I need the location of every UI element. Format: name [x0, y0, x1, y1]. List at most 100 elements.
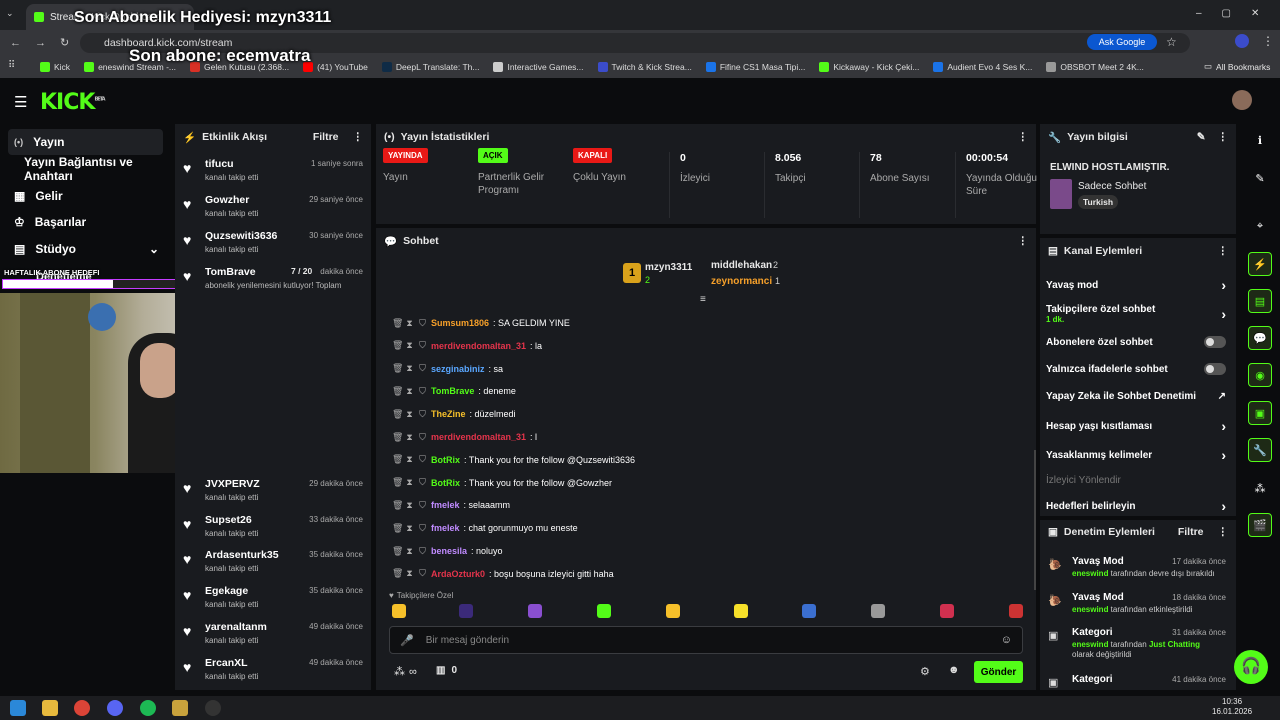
more-icon[interactable]: ⋮ [1218, 131, 1229, 143]
chat-input[interactable]: 🎤 Bir mesaj gönderin ☺ [389, 626, 1023, 654]
lightning-icon[interactable]: ⚡ [1248, 252, 1272, 276]
emote-icon[interactable] [871, 604, 885, 618]
trash-icon[interactable]: 🗑 [392, 569, 403, 578]
system-clock[interactable]: 10:36 16.01.2026 [1212, 697, 1252, 717]
window-controls[interactable]: –▢✕ [1196, 8, 1279, 19]
event-username[interactable]: TomBrave [205, 266, 256, 278]
bookmark-item[interactable]: Interactive Games... [493, 62, 584, 72]
all-bookmarks[interactable]: ▭ All Bookmarks [1204, 61, 1270, 72]
emote-icon[interactable] [392, 604, 406, 618]
trash-icon[interactable]: 🗑 [392, 500, 403, 510]
app-icon[interactable] [172, 700, 188, 716]
sidebar-item-yayin[interactable]: (•) Yayın [8, 129, 163, 155]
moderation-filter-button[interactable]: Filtre [1178, 526, 1204, 538]
emote-icon[interactable] [459, 604, 473, 618]
tab-list-chevron-icon[interactable]: ⌄ [6, 8, 20, 22]
sidebar-item-studyo[interactable]: ▤ Stüdyo ⌄ [8, 236, 163, 262]
trash-icon[interactable]: 🗑 [392, 432, 403, 442]
ask-google-button[interactable]: Ask Google [1087, 34, 1157, 50]
more-icon[interactable]: ⋮ [1018, 235, 1029, 247]
edit-pencil-icon[interactable]: ✎ [1197, 131, 1206, 143]
headset-support-icon[interactable]: 🎧 [1234, 650, 1268, 684]
menu-icon[interactable]: ⋮ [1262, 34, 1274, 48]
timeout-icon[interactable]: ⧗ [405, 569, 414, 578]
nav-buttons[interactable]: ←→↻ [10, 36, 83, 49]
obs-icon[interactable] [205, 700, 221, 716]
discord-icon[interactable] [107, 700, 123, 716]
emote-icon[interactable] [528, 604, 542, 618]
timeout-icon[interactable]: ⧗ [405, 341, 414, 350]
timeout-icon[interactable]: ⧗ [405, 386, 414, 396]
event-username[interactable]: yarenaltanm [205, 621, 267, 633]
star-icon[interactable]: ☆ [1166, 35, 1177, 49]
channel-action-item[interactable]: Yalnızca ifadelerle sohbet [1046, 358, 1226, 380]
chat-username[interactable]: sezginabiniz [431, 364, 485, 374]
toggle-switch[interactable] [1204, 363, 1226, 375]
profile-avatar[interactable] [1235, 34, 1249, 48]
sidebar-item-stream-key[interactable]: Yayın Bağlantısı ve Anahtarı [18, 155, 168, 183]
more-icon[interactable]: ⋮ [1218, 245, 1229, 257]
stream-category[interactable]: Sadece Sohbet [1078, 181, 1146, 192]
wrench-icon[interactable]: 🔧 [1248, 438, 1272, 462]
apps-grid-icon[interactable]: ⠿ [8, 60, 15, 71]
toggle-switch[interactable] [1204, 336, 1226, 348]
trash-icon[interactable]: 🗑 [392, 478, 403, 487]
channel-action-item[interactable]: Yapay Zeka ile Sohbet Denetimi ↗ [1046, 385, 1226, 407]
chat-username[interactable]: fmelek [431, 500, 460, 510]
send-button[interactable]: Gönder [974, 661, 1023, 683]
bookmark-item[interactable]: Kickaway - Kick Çeki... [819, 62, 919, 72]
timeout-icon[interactable]: ⧗ [405, 523, 414, 533]
chat-username[interactable]: BotRix [431, 455, 460, 465]
timeout-icon[interactable]: ⧗ [405, 455, 414, 464]
trash-icon[interactable]: 🗑 [392, 455, 403, 464]
list-icon[interactable]: ▤ [1248, 289, 1272, 313]
focus-icon[interactable]: ⌖ [1248, 214, 1272, 238]
chat-count[interactable]: ▥ 0 [436, 665, 457, 676]
spotify-icon[interactable] [140, 700, 156, 716]
bookmark-item[interactable]: Fifine CS1 Masa Tipi... [705, 62, 805, 72]
trash-icon[interactable]: 🗑 [392, 318, 403, 328]
channel-points[interactable]: ⁂ ∞ [394, 665, 417, 679]
emote-icon[interactable] [666, 604, 680, 618]
event-username[interactable]: Quzsewiti3636 [205, 230, 277, 242]
pinned-expand-icon[interactable]: ≡ [700, 294, 706, 305]
chat-username[interactable]: fmelek [431, 523, 460, 533]
chat-username[interactable]: TomBrave [431, 386, 474, 396]
emoji-icon[interactable]: ☺ [1001, 634, 1012, 646]
chat-username[interactable]: TheZine [431, 409, 466, 419]
bookmark-item[interactable]: Kick [40, 62, 70, 72]
more-icon[interactable]: ⋮ [1218, 526, 1229, 538]
info-icon[interactable]: ℹ [1248, 128, 1272, 152]
event-username[interactable]: Ardasenturk35 [205, 549, 279, 561]
chat-icon[interactable]: 💬 [1248, 326, 1272, 350]
trash-icon[interactable]: 🗑 [392, 341, 403, 350]
event-username[interactable]: Supset26 [205, 514, 252, 526]
chat-username[interactable]: ArdaOzturk0 [431, 569, 485, 579]
user-avatar[interactable] [1232, 90, 1252, 110]
chrome-icon[interactable] [74, 700, 90, 716]
bookmark-item[interactable]: DeepL Translate: Th... [381, 62, 479, 72]
bookmark-item[interactable]: Twitch & Kick Strea... [597, 62, 692, 72]
event-username[interactable]: JVXPERVZ [205, 478, 260, 490]
chat-username[interactable]: BotRix [431, 478, 460, 488]
windows-start-icon[interactable] [10, 700, 26, 716]
event-username[interactable]: ErcanXL [205, 657, 248, 669]
sidebar-item-basarilar[interactable]: ♔ Başarılar [8, 209, 163, 235]
channel-action-item[interactable]: Yasaklanmış kelimeler › [1046, 444, 1226, 466]
channel-action-item[interactable]: Hesap yaşı kısıtlaması › [1046, 415, 1226, 437]
file-explorer-icon[interactable] [42, 700, 58, 716]
emote-icon[interactable] [940, 604, 954, 618]
clapper-icon[interactable]: 🎬 [1248, 513, 1272, 537]
event-username[interactable]: tifucu [205, 158, 234, 170]
emote-icon[interactable] [734, 604, 748, 618]
emote-icon[interactable] [1009, 604, 1023, 618]
channel-action-item[interactable]: Hedefleri belirleyin › [1046, 495, 1226, 517]
points-icon[interactable]: ⁂ [1248, 476, 1272, 500]
chat-username[interactable]: Sumsum1806 [431, 318, 489, 328]
chat-scrollbar[interactable] [1034, 450, 1036, 590]
timeout-icon[interactable]: ⧗ [405, 546, 414, 556]
chat-username[interactable]: benesila [431, 546, 467, 556]
kick-logo[interactable]: KICKBETA [40, 90, 106, 115]
channel-action-item[interactable]: Takipçilere özel sohbet 1 dk. › [1046, 303, 1226, 325]
channel-action-item[interactable]: Abonelere özel sohbet [1046, 331, 1226, 353]
